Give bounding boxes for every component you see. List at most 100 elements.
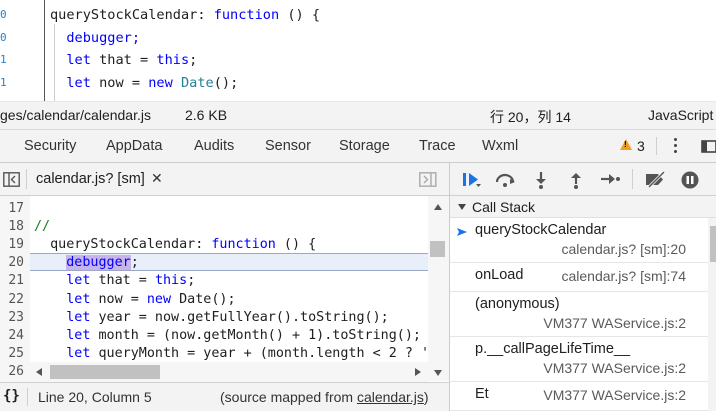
code-token: Date bbox=[180, 75, 214, 92]
divider bbox=[27, 388, 28, 406]
line-number[interactable]: 26 bbox=[0, 364, 24, 379]
debugger-sidebar: Call Stack queryStockCalendar calendar.js… bbox=[449, 163, 716, 411]
deactivate-breakpoints-icon[interactable] bbox=[645, 171, 667, 188]
code-token: that = bbox=[90, 52, 157, 69]
call-stack-scrollbar[interactable] bbox=[708, 218, 716, 411]
tab-storage[interactable]: Storage bbox=[339, 138, 390, 154]
editor-tab-calendar[interactable]: calendar.js? [sm] bbox=[36, 171, 145, 187]
preview-line-number: 0 bbox=[0, 30, 7, 44]
scroll-thumb[interactable] bbox=[430, 241, 445, 257]
call-stack-title: Call Stack bbox=[472, 199, 536, 215]
vertical-scrollbar[interactable] bbox=[428, 196, 449, 381]
code-token: let bbox=[34, 345, 91, 361]
call-stack-header[interactable]: Call Stack bbox=[450, 196, 716, 218]
code-token: new bbox=[148, 75, 173, 92]
language-mode[interactable]: JavaScript bbox=[648, 107, 713, 123]
call-stack-frame[interactable]: onLoad calendar.js? [sm]:74 bbox=[450, 263, 708, 292]
code-line: // bbox=[34, 218, 50, 236]
code-token: let bbox=[34, 309, 91, 325]
code-line: debugger; bbox=[34, 254, 139, 272]
toggle-debugger-icon[interactable] bbox=[419, 172, 437, 187]
editor-status-bar: {} Line 20, Column 5 (source mapped from… bbox=[0, 382, 449, 411]
collapse-icon[interactable] bbox=[457, 203, 467, 211]
warning-count[interactable]: 3 bbox=[637, 138, 645, 154]
dock-side-icon[interactable] bbox=[700, 138, 716, 154]
call-stack-frame[interactable]: (anonymous) VM377 WAService.js:2 bbox=[450, 292, 708, 337]
source-preview: queryStockCalendar: function () {0 debug… bbox=[0, 0, 716, 101]
code-token: now = bbox=[90, 291, 147, 307]
code-token: this bbox=[156, 52, 190, 69]
current-frame-arrow-icon bbox=[457, 228, 467, 236]
code-line: let queryMonth = year + (month.length < … bbox=[34, 345, 428, 362]
frame-location[interactable]: VM377 WAService.js:2 bbox=[543, 387, 686, 403]
call-stack-frame[interactable]: queryStockCalendar calendar.js? [sm]:20 bbox=[450, 218, 708, 263]
call-stack-frame[interactable]: Et VM377 WAService.js:2 bbox=[450, 382, 708, 411]
pause-on-exceptions-icon[interactable] bbox=[681, 171, 699, 189]
source-map-suffix: ) bbox=[423, 389, 429, 405]
step-out-icon[interactable] bbox=[569, 171, 583, 189]
frame-name: p.__callPageLifeTime__ bbox=[475, 341, 631, 357]
tab-audits[interactable]: Audits bbox=[194, 138, 234, 154]
scroll-down-icon[interactable] bbox=[433, 369, 443, 377]
code-token: debugger; bbox=[50, 29, 141, 46]
line-number[interactable]: 18 bbox=[0, 219, 24, 234]
line-number[interactable]: 21 bbox=[0, 273, 24, 288]
code-token: ; bbox=[187, 273, 196, 289]
source-map-link[interactable]: calendar.js bbox=[357, 389, 424, 405]
more-options-icon[interactable] bbox=[674, 138, 678, 156]
code-token: queryMonth = year + (month.length < 2 ? … bbox=[98, 345, 428, 361]
preview-line-number: 1 bbox=[0, 53, 7, 67]
code-token: queryStockCalendar: bbox=[34, 237, 212, 253]
line-number[interactable]: 17 bbox=[0, 201, 24, 216]
line-number[interactable]: 25 bbox=[0, 346, 24, 361]
step-icon[interactable] bbox=[600, 173, 620, 186]
frame-location[interactable]: calendar.js? [sm]:74 bbox=[561, 268, 686, 284]
tab-appdata[interactable]: AppData bbox=[106, 138, 162, 154]
horizontal-scrollbar[interactable] bbox=[30, 362, 428, 382]
code-token: let bbox=[34, 327, 91, 343]
file-path: ges/calendar/calendar.js bbox=[0, 107, 151, 123]
tab-security[interactable]: Security bbox=[24, 138, 76, 154]
code-token: that = bbox=[90, 273, 155, 289]
scroll-thumb[interactable] bbox=[50, 365, 160, 379]
scroll-left-icon[interactable] bbox=[35, 367, 43, 377]
line-number-gutter: 17 18 19 20 21 22 23 24 25 26 bbox=[0, 196, 30, 382]
tab-wxml[interactable]: Wxml bbox=[482, 138, 518, 154]
scroll-right-icon[interactable] bbox=[414, 367, 422, 377]
source-map-info: (source mapped from calendar.js) bbox=[220, 389, 429, 405]
close-tab-icon[interactable]: ✕ bbox=[151, 170, 163, 187]
code-token: this bbox=[154, 273, 188, 289]
code-line: let year = now.getFullYear().toString(); bbox=[34, 309, 389, 327]
tab-sensor[interactable]: Sensor bbox=[265, 138, 311, 154]
code-token: () { bbox=[275, 237, 317, 253]
tab-trace[interactable]: Trace bbox=[419, 138, 456, 154]
frame-location[interactable]: calendar.js? [sm]:20 bbox=[561, 241, 686, 257]
step-over-icon[interactable] bbox=[495, 171, 517, 188]
code-token: // bbox=[34, 219, 51, 235]
line-number[interactable]: 24 bbox=[0, 328, 24, 343]
step-into-icon[interactable] bbox=[534, 171, 548, 189]
frame-location[interactable]: VM377 WAService.js:2 bbox=[543, 360, 686, 376]
code-token: month = (now.getMonth() + 1).toString(); bbox=[90, 327, 421, 343]
code-line: let that = this; bbox=[34, 272, 195, 290]
line-number[interactable]: 22 bbox=[0, 292, 24, 307]
scroll-thumb[interactable] bbox=[710, 226, 716, 262]
code-token: ; bbox=[130, 255, 139, 271]
line-number[interactable]: 23 bbox=[0, 310, 24, 325]
code-token: let bbox=[50, 52, 91, 69]
code-token: new bbox=[146, 291, 172, 307]
debugger-toolbar bbox=[450, 163, 716, 196]
preview-code-line: debugger; bbox=[50, 27, 140, 49]
code-area[interactable]: // queryStockCalendar: function () { deb… bbox=[30, 196, 428, 362]
source-map-prefix: (source mapped from bbox=[220, 389, 357, 405]
pretty-print-icon[interactable]: {} bbox=[3, 388, 20, 404]
frame-location[interactable]: VM377 WAService.js:2 bbox=[543, 315, 686, 331]
call-stack-frame[interactable]: p.__callPageLifeTime__ VM377 WAService.js… bbox=[450, 337, 708, 382]
line-number[interactable]: 20 bbox=[0, 255, 24, 270]
scroll-up-icon[interactable] bbox=[433, 203, 443, 211]
line-number[interactable]: 19 bbox=[0, 237, 24, 252]
resume-icon[interactable] bbox=[462, 172, 482, 188]
toggle-navigator-icon[interactable] bbox=[3, 172, 20, 187]
warning-icon[interactable] bbox=[620, 139, 632, 150]
